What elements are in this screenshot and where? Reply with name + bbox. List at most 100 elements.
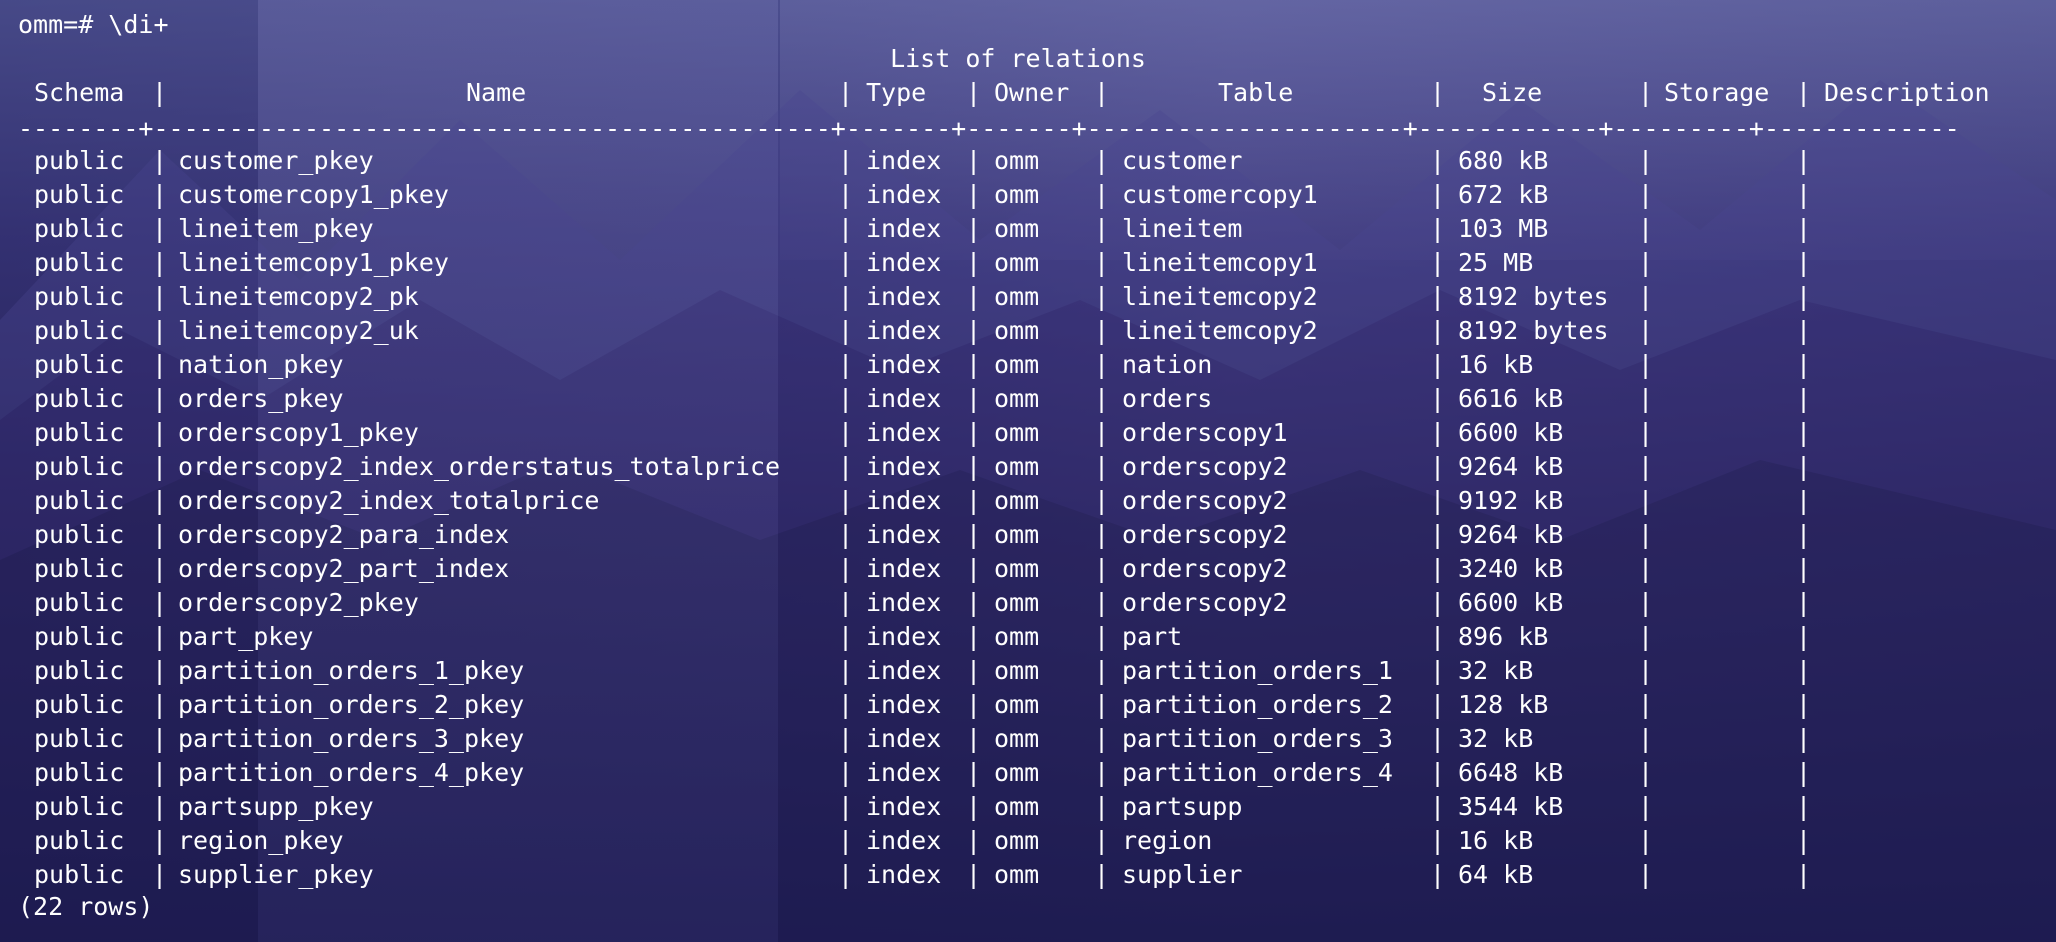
cell-table: partition_orders_4 xyxy=(1122,758,1393,787)
column-divider: | xyxy=(1094,418,1110,447)
table-row: public | lineitemcopy2_pk | index | omm | lineit… xyxy=(18,280,2038,314)
column-divider: | xyxy=(1094,826,1110,855)
column-divider: | xyxy=(1430,860,1446,889)
column-divider: | xyxy=(966,418,982,447)
cell-name: region_pkey xyxy=(178,826,344,855)
column-divider: | xyxy=(152,520,168,549)
column-divider: | xyxy=(152,554,168,583)
column-divider: | xyxy=(152,860,168,889)
column-divider: | xyxy=(1430,350,1446,379)
cell-size: 3240 kB xyxy=(1458,554,1564,583)
column-divider: | xyxy=(966,180,982,209)
cell-name: supplier_pkey xyxy=(178,860,374,889)
cell-type: index xyxy=(866,588,942,617)
cell-size: 32 kB xyxy=(1458,724,1534,753)
column-divider: | xyxy=(152,826,168,855)
column-divider: | xyxy=(1430,282,1446,311)
header-owner: Owner xyxy=(994,78,1070,107)
header-size: Size xyxy=(1482,78,1543,107)
table-row: public | partition_orders_4_pkey | index | omm… xyxy=(18,756,2038,790)
column-divider: | xyxy=(1638,418,1654,447)
table-row: public | customer_pkey | index | omm | customer |… xyxy=(18,144,2038,178)
column-divider: | xyxy=(966,656,982,685)
cell-table: orderscopy2 xyxy=(1122,486,1288,515)
cell-table: orderscopy2 xyxy=(1122,520,1288,549)
cell-schema: public xyxy=(34,282,125,311)
terminal-window[interactable]: omm=# \di+ List of relations Schema | Na… xyxy=(0,0,2056,942)
column-divider: | xyxy=(1796,860,1812,889)
cell-size: 6648 kB xyxy=(1458,758,1564,787)
cell-schema: public xyxy=(34,588,125,617)
table-body: public | customer_pkey | index | omm | customer |… xyxy=(18,144,2038,892)
column-divider: | xyxy=(1094,350,1110,379)
column-divider: | xyxy=(1430,248,1446,277)
cell-name: partition_orders_1_pkey xyxy=(178,656,525,685)
table-row: public | customercopy1_pkey | index | omm | cust… xyxy=(18,178,2038,212)
cell-name: lineitemcopy1_pkey xyxy=(178,248,449,277)
cell-type: index xyxy=(866,146,942,175)
cell-type: index xyxy=(866,656,942,685)
column-divider: | xyxy=(1430,180,1446,209)
column-divider: | xyxy=(966,690,982,719)
table-header-row: Schema | Name | Type | Owner | Table | S… xyxy=(18,76,2038,110)
table-row: public | lineitem_pkey | index | omm | lineitem |… xyxy=(18,212,2038,246)
column-divider: | xyxy=(1094,690,1110,719)
table-row: public | partition_orders_3_pkey | index | omm… xyxy=(18,722,2038,756)
column-divider: | xyxy=(838,384,854,413)
column-divider: | xyxy=(1796,656,1812,685)
column-divider: | xyxy=(1638,520,1654,549)
column-divider: | xyxy=(1638,588,1654,617)
cell-owner: omm xyxy=(994,350,1040,379)
cell-schema: public xyxy=(34,826,125,855)
cell-table: customer xyxy=(1122,146,1243,175)
column-divider: | xyxy=(1094,146,1110,175)
cell-size: 64 kB xyxy=(1458,860,1534,889)
column-divider: | xyxy=(838,724,854,753)
cell-name: orderscopy2_pkey xyxy=(178,588,419,617)
column-divider: | xyxy=(838,214,854,243)
column-divider: | xyxy=(1638,78,1654,107)
cell-name: orderscopy1_pkey xyxy=(178,418,419,447)
cell-owner: omm xyxy=(994,418,1040,447)
cell-schema: public xyxy=(34,180,125,209)
column-divider: | xyxy=(1430,588,1446,617)
cell-table: customercopy1 xyxy=(1122,180,1318,209)
header-name: Name xyxy=(466,78,527,107)
cell-name: customercopy1_pkey xyxy=(178,180,449,209)
cell-type: index xyxy=(866,724,942,753)
cell-size: 672 kB xyxy=(1458,180,1549,209)
column-divider: | xyxy=(152,452,168,481)
column-divider: | xyxy=(966,588,982,617)
column-divider: | xyxy=(966,622,982,651)
table-row: public | orders_pkey | index | omm | orders | 6616… xyxy=(18,382,2038,416)
column-divider: | xyxy=(1638,146,1654,175)
cell-table: lineitemcopy2 xyxy=(1122,316,1318,345)
column-divider: | xyxy=(1796,418,1812,447)
column-divider: | xyxy=(1094,588,1110,617)
column-divider: | xyxy=(1796,588,1812,617)
column-divider: | xyxy=(1638,452,1654,481)
column-divider: | xyxy=(1094,758,1110,787)
cell-owner: omm xyxy=(994,520,1040,549)
cell-owner: omm xyxy=(994,486,1040,515)
cell-table: nation xyxy=(1122,350,1213,379)
cell-schema: public xyxy=(34,758,125,787)
table-row: public | partition_orders_2_pkey | index | omm… xyxy=(18,688,2038,722)
column-divider: | xyxy=(152,316,168,345)
cell-size: 680 kB xyxy=(1458,146,1549,175)
column-divider: | xyxy=(966,724,982,753)
column-divider: | xyxy=(1796,758,1812,787)
column-divider: | xyxy=(152,248,168,277)
cell-size: 16 kB xyxy=(1458,350,1534,379)
cell-type: index xyxy=(866,622,942,651)
column-divider: | xyxy=(966,146,982,175)
column-divider: | xyxy=(1094,248,1110,277)
column-divider: | xyxy=(966,350,982,379)
column-divider: | xyxy=(966,860,982,889)
column-divider: | xyxy=(152,792,168,821)
column-divider: | xyxy=(1796,248,1812,277)
cell-table: orders xyxy=(1122,384,1213,413)
cell-name: lineitemcopy2_pk xyxy=(178,282,419,311)
column-divider: | xyxy=(152,486,168,515)
cell-schema: public xyxy=(34,146,125,175)
